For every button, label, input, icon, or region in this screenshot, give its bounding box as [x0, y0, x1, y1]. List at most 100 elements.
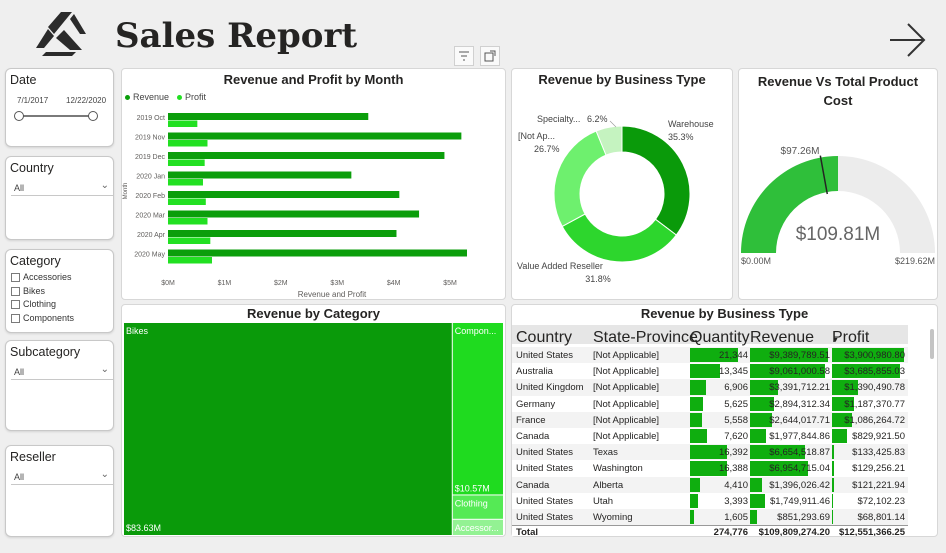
bar-revenue	[168, 171, 352, 179]
revenue-by-business-type-donut-card: Revenue by Business Type Warehouse 35.3% V…	[511, 68, 733, 300]
bar-chart-svg: 2019 Oct 2019 Nov 2019 Dec 2020 Jan 2020 Feb…	[123, 113, 467, 299]
gauge-value-label: $109.81M	[796, 224, 881, 245]
donut-pct-label: 6.2%	[587, 114, 608, 124]
checkbox[interactable]	[11, 286, 20, 296]
treemap-tile-components	[452, 323, 503, 495]
y-tick-label: 2020 Feb	[135, 193, 165, 200]
table-cell-state: [Not Applicable]	[593, 414, 660, 426]
bar-revenue	[168, 230, 397, 237]
page-title: Sales Report	[115, 16, 358, 56]
bar-profit	[168, 218, 208, 225]
chevron-down-icon: ⌄	[100, 364, 109, 375]
treemap-label: Clothing	[455, 498, 488, 508]
x-tick-label: $2M	[274, 280, 288, 287]
next-page-arrow-icon[interactable]	[886, 20, 930, 60]
donut-chart-svg: Warehouse 35.3% Value Added Reseller 31.8% […	[517, 114, 714, 284]
table-cell-profit: $3,900,980.80	[844, 350, 905, 361]
table-cell-country: United Kingdom	[516, 382, 584, 394]
bar-revenue	[168, 249, 467, 257]
table-cell-country: Germany	[516, 398, 556, 410]
date-start-handle[interactable]	[14, 111, 24, 121]
table-cell-country: United States	[516, 447, 574, 459]
bar-profit	[168, 198, 206, 205]
country-dropdown-value: All	[14, 183, 25, 193]
table-cell-state: Texas	[593, 447, 618, 459]
reseller-dropdown[interactable]: All ⌄	[11, 469, 113, 485]
y-tick-label: 2020 Jan	[136, 174, 165, 181]
table-cell-revenue: $1,396,026.42	[769, 479, 830, 491]
table-cell-country: United States	[516, 512, 574, 523]
date-slicer-title: Date	[10, 73, 37, 87]
bar-profit	[168, 140, 208, 147]
checkbox[interactable]	[11, 272, 20, 282]
sort-desc-icon: ▼	[832, 337, 839, 344]
company-logo-icon	[34, 10, 88, 56]
x-tick-label: $3M	[330, 280, 344, 287]
category-option[interactable]: Clothing	[11, 299, 56, 309]
category-option-label: Clothing	[23, 299, 57, 309]
treemap-tile-bikes	[124, 323, 452, 535]
category-option[interactable]: Bikes	[11, 286, 45, 296]
country-slicer[interactable]: Country All ⌄	[5, 156, 114, 240]
table-cell-revenue: $2,894,312.34	[769, 398, 830, 410]
table-column-header: Profit	[832, 329, 870, 346]
donut-pct-label: 26.7%	[534, 144, 560, 154]
y-tick-label: 2020 May	[134, 252, 165, 259]
date-slicer[interactable]: Date 7/1/2017 12/22/2020	[5, 68, 114, 147]
table-cell-quantity: 5,558	[724, 414, 748, 426]
table-total-profit: $12,551,366.25	[838, 527, 905, 536]
table-cell-profit: $121,221.94	[852, 479, 905, 491]
country-slicer-title: Country	[10, 161, 54, 175]
donut-pct-label: 31.8%	[585, 274, 611, 284]
table-cell-country: Australia	[516, 366, 553, 378]
donut-label: Value Added Reseller	[517, 261, 603, 271]
table-cell-country: France	[516, 414, 546, 426]
x-tick-label: $0M	[161, 280, 175, 287]
bar-profit	[168, 237, 211, 244]
checkbox[interactable]	[11, 299, 20, 309]
focus-mode-icon[interactable]	[480, 46, 500, 66]
y-axis-title: Month	[123, 183, 129, 200]
category-slicer[interactable]: Category Accessories Bikes Clothing Comp…	[5, 249, 114, 333]
revenue-table-card: Revenue by Business Type Country State-Pr…	[511, 304, 938, 537]
table-cell-profit: $829,921.50	[852, 431, 905, 442]
table-cell-revenue: $9,061,000.58	[769, 366, 830, 378]
date-end-handle[interactable]	[88, 111, 98, 121]
revenue-by-category-card: Revenue by Category Bikes $83.63M Compon..…	[121, 304, 506, 537]
reseller-slicer[interactable]: Reseller All ⌄	[5, 445, 114, 537]
subcategory-dropdown[interactable]: All ⌄	[11, 364, 113, 380]
date-end[interactable]: 12/22/2020	[66, 96, 106, 105]
category-option[interactable]: Accessories	[11, 272, 72, 282]
x-tick-label: $5M	[443, 280, 457, 287]
filter-icon[interactable]	[454, 46, 474, 66]
table-cell-profit: $1,086,264.72	[844, 414, 905, 426]
gauge-target-label: $97.26M	[781, 146, 820, 157]
date-start[interactable]: 7/1/2017	[17, 96, 48, 105]
x-axis-title: Revenue and Profit	[298, 290, 367, 299]
table-cell-state: Utah	[593, 495, 614, 507]
bar-profit	[168, 179, 203, 186]
category-option[interactable]: Components	[11, 313, 74, 323]
table-cell-state: [Not Applicable]	[593, 350, 660, 361]
checkbox[interactable]	[11, 313, 20, 323]
subcategory-dropdown-value: All	[14, 367, 25, 377]
scrollbar[interactable]	[930, 329, 934, 359]
table-cell-quantity: 16,392	[718, 447, 748, 459]
donut-pct-label: 35.3%	[668, 132, 694, 142]
x-tick-label: $1M	[218, 280, 232, 287]
table-cell-revenue: $1,977,844.86	[769, 431, 830, 442]
table-cell-state: Alberta	[593, 479, 624, 491]
chevron-down-icon: ⌄	[100, 180, 109, 191]
category-option-label: Accessories	[23, 272, 72, 282]
reseller-slicer-title: Reseller	[10, 450, 56, 464]
country-dropdown[interactable]: All ⌄	[11, 180, 113, 196]
table-cell-country: United States	[516, 495, 574, 507]
donut-label: Specialty...	[537, 114, 580, 124]
treemap-value-label: $83.63M	[126, 523, 161, 533]
donut-label: Warehouse	[668, 119, 714, 129]
table-cell-revenue: $2,644,017.71	[769, 414, 830, 426]
table-cell-state: [Not Applicable]	[593, 398, 660, 410]
y-tick-label: 2019 Oct	[137, 115, 165, 122]
table-column-header: State-Province	[593, 329, 698, 346]
subcategory-slicer[interactable]: Subcategory All ⌄	[5, 340, 114, 431]
